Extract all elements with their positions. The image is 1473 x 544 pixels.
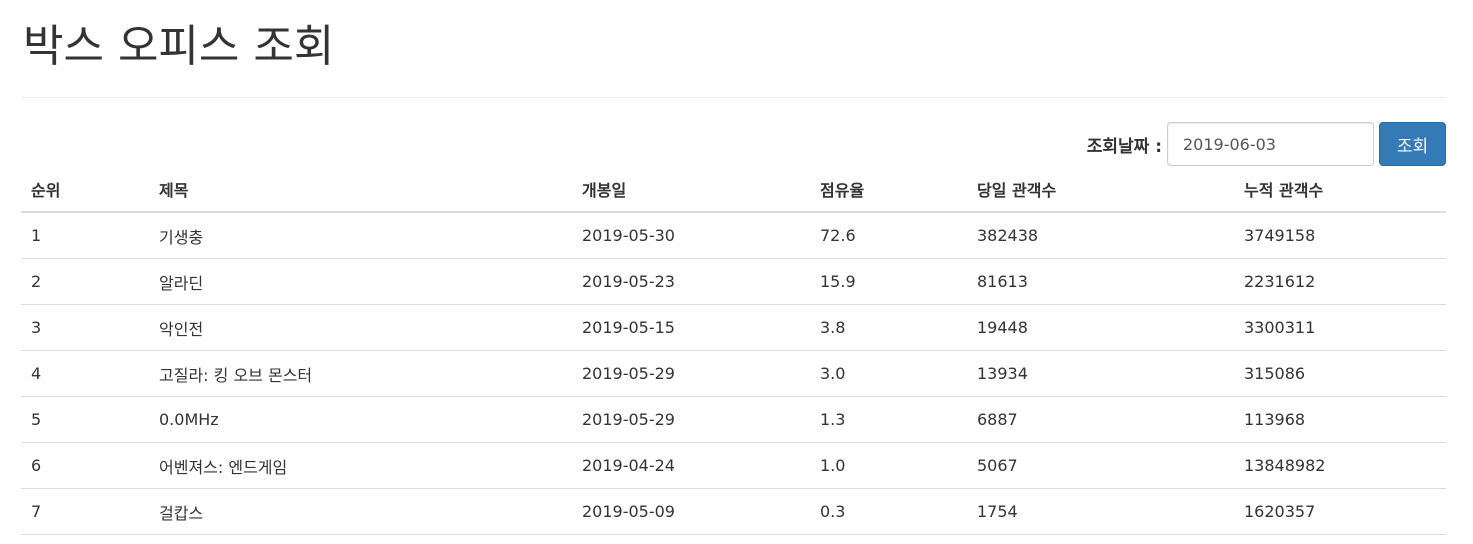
cell-total-audience: 3749158 [1234, 212, 1446, 259]
cell-title: 어벤져스: 엔드게임 [149, 442, 572, 489]
table-header-row: 순위 제목 개봉일 점유율 당일 관객수 누적 관객수 [21, 166, 1446, 213]
table-row: 6 어벤져스: 엔드게임 2019-04-24 1.0 5067 1384898… [21, 442, 1446, 489]
cell-open-date: 2019-05-29 [572, 396, 810, 443]
cell-open-date: 2019-04-24 [572, 442, 810, 489]
cell-share: 1.3 [810, 396, 967, 443]
cell-total-audience: 113968 [1234, 396, 1446, 443]
cell-total-audience: 13848982 [1234, 442, 1446, 489]
column-header-share: 점유율 [810, 166, 967, 213]
cell-title: 0.0MHz [149, 396, 572, 443]
cell-rank: 4 [21, 350, 149, 397]
page-header: 박스 오피스 조회 [21, 0, 1446, 98]
boxoffice-table: 순위 제목 개봉일 점유율 당일 관객수 누적 관객수 1 기생충 2019-0… [21, 166, 1446, 535]
cell-open-date: 2019-05-29 [572, 350, 810, 397]
cell-title: 기생충 [149, 212, 572, 259]
cell-rank: 7 [21, 488, 149, 535]
cell-daily-audience: 13934 [967, 350, 1234, 397]
cell-total-audience: 1620357 [1234, 488, 1446, 535]
column-header-daily-audience: 당일 관객수 [967, 166, 1234, 213]
cell-total-audience: 315086 [1234, 350, 1446, 397]
table-row: 7 걸캅스 2019-05-09 0.3 1754 1620357 [21, 488, 1446, 535]
cell-share: 72.6 [810, 212, 967, 259]
cell-open-date: 2019-05-09 [572, 488, 810, 535]
cell-title: 걸캅스 [149, 488, 572, 535]
cell-share: 3.0 [810, 350, 967, 397]
cell-title: 악인전 [149, 304, 572, 351]
column-header-title: 제목 [149, 166, 572, 213]
table-row: 1 기생충 2019-05-30 72.6 382438 3749158 [21, 212, 1446, 259]
cell-open-date: 2019-05-23 [572, 258, 810, 305]
cell-daily-audience: 382438 [967, 212, 1234, 259]
column-header-total-audience: 누적 관객수 [1234, 166, 1446, 213]
page-title: 박스 오피스 조회 [23, 21, 335, 72]
table-row: 3 악인전 2019-05-15 3.8 19448 3300311 [21, 304, 1446, 351]
cell-title: 고질라: 킹 오브 몬스터 [149, 350, 572, 397]
cell-rank: 1 [21, 212, 149, 259]
cell-open-date: 2019-05-15 [572, 304, 810, 351]
table-row: 5 0.0MHz 2019-05-29 1.3 6887 113968 [21, 396, 1446, 443]
cell-share: 3.8 [810, 304, 967, 351]
cell-daily-audience: 6887 [967, 396, 1234, 443]
cell-share: 0.3 [810, 488, 967, 535]
date-label: 조회날짜 : [1086, 136, 1162, 157]
cell-rank: 6 [21, 442, 149, 489]
cell-daily-audience: 19448 [967, 304, 1234, 351]
column-header-rank: 순위 [21, 166, 149, 213]
cell-rank: 3 [21, 304, 149, 351]
column-header-open-date: 개봉일 [572, 166, 810, 213]
cell-daily-audience: 5067 [967, 442, 1234, 489]
cell-total-audience: 2231612 [1234, 258, 1446, 305]
cell-open-date: 2019-05-30 [572, 212, 810, 259]
cell-rank: 5 [21, 396, 149, 443]
date-input[interactable] [1167, 122, 1374, 166]
date-search-form: 조회날짜 : 조회 [1087, 122, 1446, 166]
cell-share: 15.9 [810, 258, 967, 305]
search-button[interactable]: 조회 [1379, 122, 1446, 166]
cell-total-audience: 3300311 [1234, 304, 1446, 351]
table-row: 2 알라딘 2019-05-23 15.9 81613 2231612 [21, 258, 1446, 305]
cell-title: 알라딘 [149, 258, 572, 305]
cell-daily-audience: 81613 [967, 258, 1234, 305]
table-row: 4 고질라: 킹 오브 몬스터 2019-05-29 3.0 13934 315… [21, 350, 1446, 397]
cell-daily-audience: 1754 [967, 488, 1234, 535]
cell-share: 1.0 [810, 442, 967, 489]
cell-rank: 2 [21, 258, 149, 305]
